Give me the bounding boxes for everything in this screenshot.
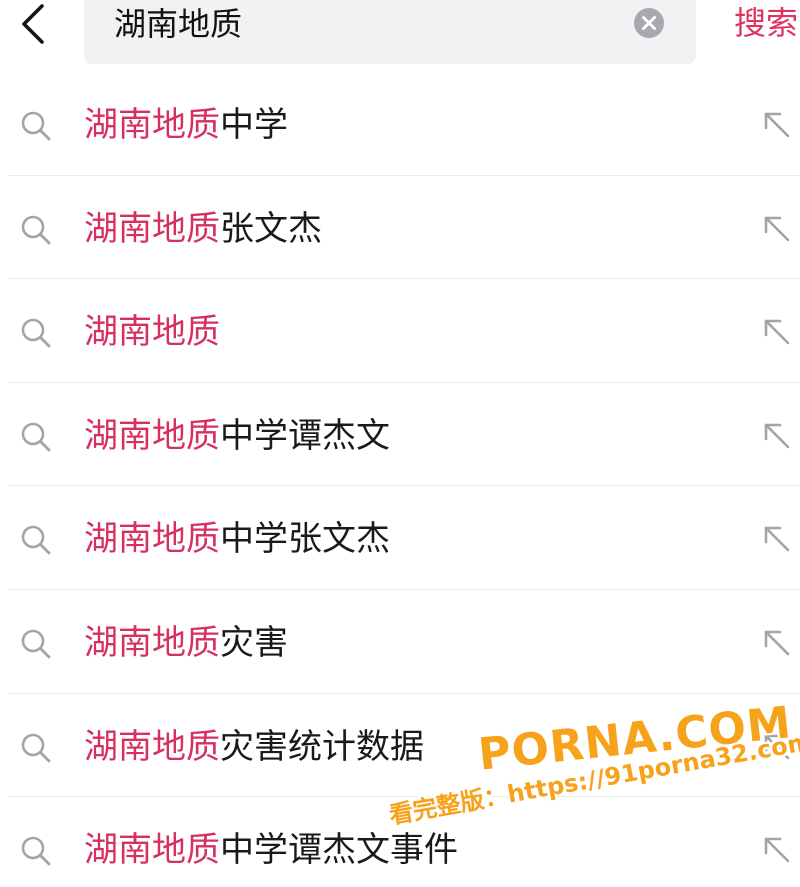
search-input-value[interactable]: 湖南地质 [114,2,242,46]
suggestion-text: 湖南地质张文杰 [84,206,322,252]
chevron-left-icon [22,4,44,44]
suggestion-text: 湖南地质中学张文杰 [84,516,390,562]
suggestion-text: 湖南地质中学谭杰文事件 [84,827,458,873]
suggestion-row[interactable]: 湖南地质中学 [0,72,800,176]
suggestion-rest: 灾害统计数据 [220,726,424,767]
suggestion-text: 湖南地质中学谭杰文 [84,413,390,459]
fill-arrow-icon[interactable] [758,831,794,867]
fill-arrow-icon[interactable] [758,210,794,246]
search-icon [21,629,51,659]
suggestion-highlight: 湖南地质 [84,622,220,663]
suggestion-text: 湖南地质 [84,309,220,355]
fill-arrow-icon[interactable] [758,520,794,556]
suggestion-row[interactable]: 湖南地质中学张文杰 [0,486,800,590]
suggestion-rest: 中学谭杰文 [220,415,390,456]
suggestion-row[interactable]: 湖南地质 [0,279,800,383]
search-icon [21,836,51,866]
suggestion-highlight: 湖南地质 [84,105,220,145]
search-icon [21,215,51,244]
fill-arrow-icon[interactable] [758,313,794,349]
back-button[interactable] [14,2,54,46]
search-icon [21,733,51,762]
fill-arrow-icon[interactable] [758,417,794,453]
search-icon [21,318,51,348]
suggestion-row[interactable]: 湖南地质灾害 [0,590,800,694]
suggestion-highlight: 湖南地质 [84,208,220,249]
fill-arrow-icon[interactable] [758,728,794,764]
suggestion-row[interactable]: 湖南地质张文杰 [0,176,800,280]
search-button[interactable]: 搜索 [734,0,798,46]
suggestion-row[interactable]: 湖南地质中学谭杰文事件 [0,797,800,887]
suggestion-highlight: 湖南地质 [84,415,220,456]
suggestion-rest: 中学张文杰 [220,519,390,560]
suggestion-rest: 灾害 [220,622,288,663]
suggestion-text: 湖南地质灾害 [84,620,288,666]
search-input[interactable]: 湖南地质 [84,0,696,64]
search-icon [21,422,51,452]
suggestion-highlight: 湖南地质 [84,312,220,353]
clear-circle-icon [634,8,664,38]
suggestion-highlight: 湖南地质 [84,519,220,560]
clear-search-button[interactable] [632,6,666,40]
fill-arrow-icon[interactable] [758,106,794,142]
suggestion-highlight: 湖南地质 [84,830,220,871]
search-icon [21,111,51,141]
suggestion-highlight: 湖南地质 [84,726,220,767]
suggestion-text: 湖南地质中学 [84,102,288,148]
suggestion-text: 湖南地质灾害统计数据 [84,724,424,770]
suggestion-rest: 中学 [220,105,288,145]
suggestion-rest: 张文杰 [220,208,322,249]
suggestion-rest: 中学谭杰文事件 [220,830,458,871]
search-header: 湖南地质 搜索 [0,0,800,68]
suggestion-row[interactable]: 湖南地质灾害统计数据 [0,694,800,798]
search-icon [21,526,51,555]
suggestion-row[interactable]: 湖南地质中学谭杰文 [0,383,800,487]
fill-arrow-icon[interactable] [758,624,794,660]
suggestion-list: 湖南地质中学 湖南地质张文杰 湖南地质 湖南地质中学谭杰文 湖南地质中学张文杰 … [0,72,800,887]
